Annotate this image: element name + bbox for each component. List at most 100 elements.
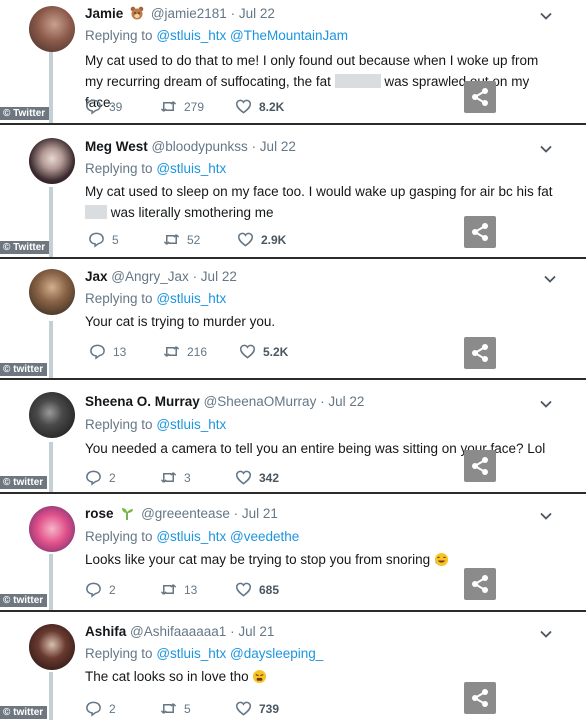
chevron-down-icon[interactable]: [538, 396, 554, 412]
replying-label: Replying to: [85, 529, 153, 544]
replying-label: Replying to: [85, 291, 153, 306]
tweet-date[interactable]: · Jul 21: [230, 624, 274, 639]
tweet-card[interactable]: Jamie @jamie2181 · Jul 22 Replying to @s…: [0, 0, 586, 123]
reply-mentions[interactable]: @stluis_htx @TheMountainJam: [156, 28, 348, 43]
chevron-down-icon[interactable]: [538, 141, 554, 157]
tweet-actions: 39 279 8.2K: [85, 98, 405, 118]
tweet-actions: 2 5 739: [85, 700, 405, 720]
reply-mentions[interactable]: @stluis_htx: [156, 161, 226, 176]
tweet-header: Sheena O. Murray @SheenaOMurray · Jul 22: [85, 394, 364, 409]
thread-line: [49, 321, 53, 380]
share-button[interactable]: [464, 81, 496, 113]
watermark: © twitter: [0, 706, 48, 719]
reply-mentions[interactable]: @stluis_htx: [156, 291, 226, 306]
heart-icon: [235, 582, 252, 597]
bear-icon: [130, 6, 144, 20]
replying-to: Replying to @stluis_htx: [85, 161, 226, 176]
tweet-date[interactable]: · Jul 22: [252, 139, 296, 154]
reply-count: 2: [109, 582, 116, 597]
heart-icon: [237, 232, 254, 247]
tweet-card[interactable]: Sheena O. Murray @SheenaOMurray · Jul 22…: [0, 378, 586, 494]
tweet-date[interactable]: · Jul 22: [193, 269, 237, 284]
avatar[interactable]: [29, 138, 75, 184]
reply-button[interactable]: 39: [85, 98, 122, 115]
tweet-header: rose @greeentease · Jul 21: [85, 506, 278, 521]
replying-to: Replying to @stluis_htx @veedethe: [85, 529, 299, 544]
display-name[interactable]: Ashifa: [85, 624, 126, 639]
display-name[interactable]: Jamie: [85, 6, 123, 21]
tweet-date[interactable]: · Jul 22: [320, 394, 364, 409]
retweet-button[interactable]: 216: [163, 343, 207, 360]
reply-mentions[interactable]: @stluis_htx: [156, 417, 226, 432]
reply-icon: [86, 701, 101, 717]
reply-button[interactable]: 2: [85, 700, 116, 717]
user-handle[interactable]: @bloodypunkss: [152, 139, 248, 154]
chevron-down-icon[interactable]: [538, 8, 554, 24]
share-button[interactable]: [464, 337, 496, 369]
reply-button[interactable]: 13: [89, 343, 126, 360]
user-handle[interactable]: @greeentease: [141, 506, 230, 521]
share-button[interactable]: [464, 682, 496, 714]
like-button[interactable]: 5.2K: [239, 343, 288, 360]
like-button[interactable]: 8.2K: [235, 98, 284, 115]
retweet-button[interactable]: 279: [160, 98, 204, 115]
share-button[interactable]: [464, 450, 496, 482]
share-icon: [472, 575, 488, 593]
share-icon: [472, 88, 488, 106]
tweet-text-part: Looks like your cat may be trying to sto…: [85, 552, 434, 567]
tweet-card[interactable]: Jax @Angry_Jax · Jul 22 Replying to @stl…: [0, 257, 586, 380]
replying-to: Replying to @stluis_htx: [85, 417, 226, 432]
like-button[interactable]: 685: [235, 581, 279, 598]
tweet-text-part: The cat looks so in love tho: [85, 669, 253, 684]
heart-icon: [239, 344, 256, 359]
user-handle[interactable]: @Ashifaaaaaa1: [130, 624, 226, 639]
reply-mentions[interactable]: @stluis_htx @daysleeping_: [156, 646, 323, 661]
retweet-count: 216: [187, 344, 208, 359]
chevron-down-icon[interactable]: [542, 271, 558, 287]
avatar[interactable]: [29, 624, 75, 670]
user-handle[interactable]: @Angry_Jax: [111, 269, 189, 284]
tweet-actions: 5 52 2.9K: [85, 231, 405, 251]
like-count: 2.9K: [261, 232, 287, 247]
like-button[interactable]: 739: [235, 700, 279, 717]
replying-label: Replying to: [85, 417, 153, 432]
retweet-icon: [163, 346, 180, 357]
chevron-down-icon[interactable]: [538, 508, 554, 524]
reply-count: 2: [109, 470, 116, 485]
share-button[interactable]: [464, 216, 496, 248]
retweet-button[interactable]: 13: [160, 581, 197, 598]
retweet-button[interactable]: 3: [160, 469, 191, 486]
user-handle[interactable]: @jamie2181: [151, 6, 227, 21]
share-icon: [472, 223, 488, 241]
reply-mentions[interactable]: @stluis_htx @veedethe: [156, 529, 299, 544]
avatar[interactable]: [29, 269, 75, 315]
chevron-down-icon[interactable]: [538, 626, 554, 642]
retweet-button[interactable]: 52: [163, 231, 200, 248]
tweet-card[interactable]: rose @greeentease · Jul 21 Replying to @…: [0, 492, 586, 612]
retweet-button[interactable]: 5: [160, 700, 191, 717]
tweet-card[interactable]: Meg West @bloodypunkss · Jul 22 Replying…: [0, 123, 586, 259]
reply-icon: [86, 582, 101, 598]
display-name[interactable]: Jax: [85, 269, 108, 284]
display-name[interactable]: Meg West: [85, 139, 148, 154]
display-name[interactable]: rose: [85, 506, 114, 521]
watermark: © Twitter: [0, 107, 50, 120]
replying-to: Replying to @stluis_htx: [85, 291, 226, 306]
tweet-date[interactable]: · Jul 22: [231, 6, 275, 21]
avatar[interactable]: [29, 6, 75, 52]
like-button[interactable]: 2.9K: [237, 231, 286, 248]
watermark: © twitter: [0, 363, 48, 376]
tweet-date[interactable]: · Jul 21: [234, 506, 278, 521]
reply-button[interactable]: 2: [85, 581, 116, 598]
reply-button[interactable]: 5: [88, 231, 119, 248]
avatar[interactable]: [29, 392, 75, 438]
tweet-card[interactable]: Ashifa @Ashifaaaaaa1 · Jul 21 Replying t…: [0, 610, 586, 720]
reply-button[interactable]: 2: [85, 469, 116, 486]
like-button[interactable]: 342: [235, 469, 279, 486]
user-handle[interactable]: @SheenaOMurray: [204, 394, 317, 409]
avatar[interactable]: [29, 506, 75, 552]
redacted-word: [334, 74, 381, 88]
share-button[interactable]: [464, 568, 496, 600]
display-name[interactable]: Sheena O. Murray: [85, 394, 200, 409]
watermark: © twitter: [0, 476, 48, 489]
